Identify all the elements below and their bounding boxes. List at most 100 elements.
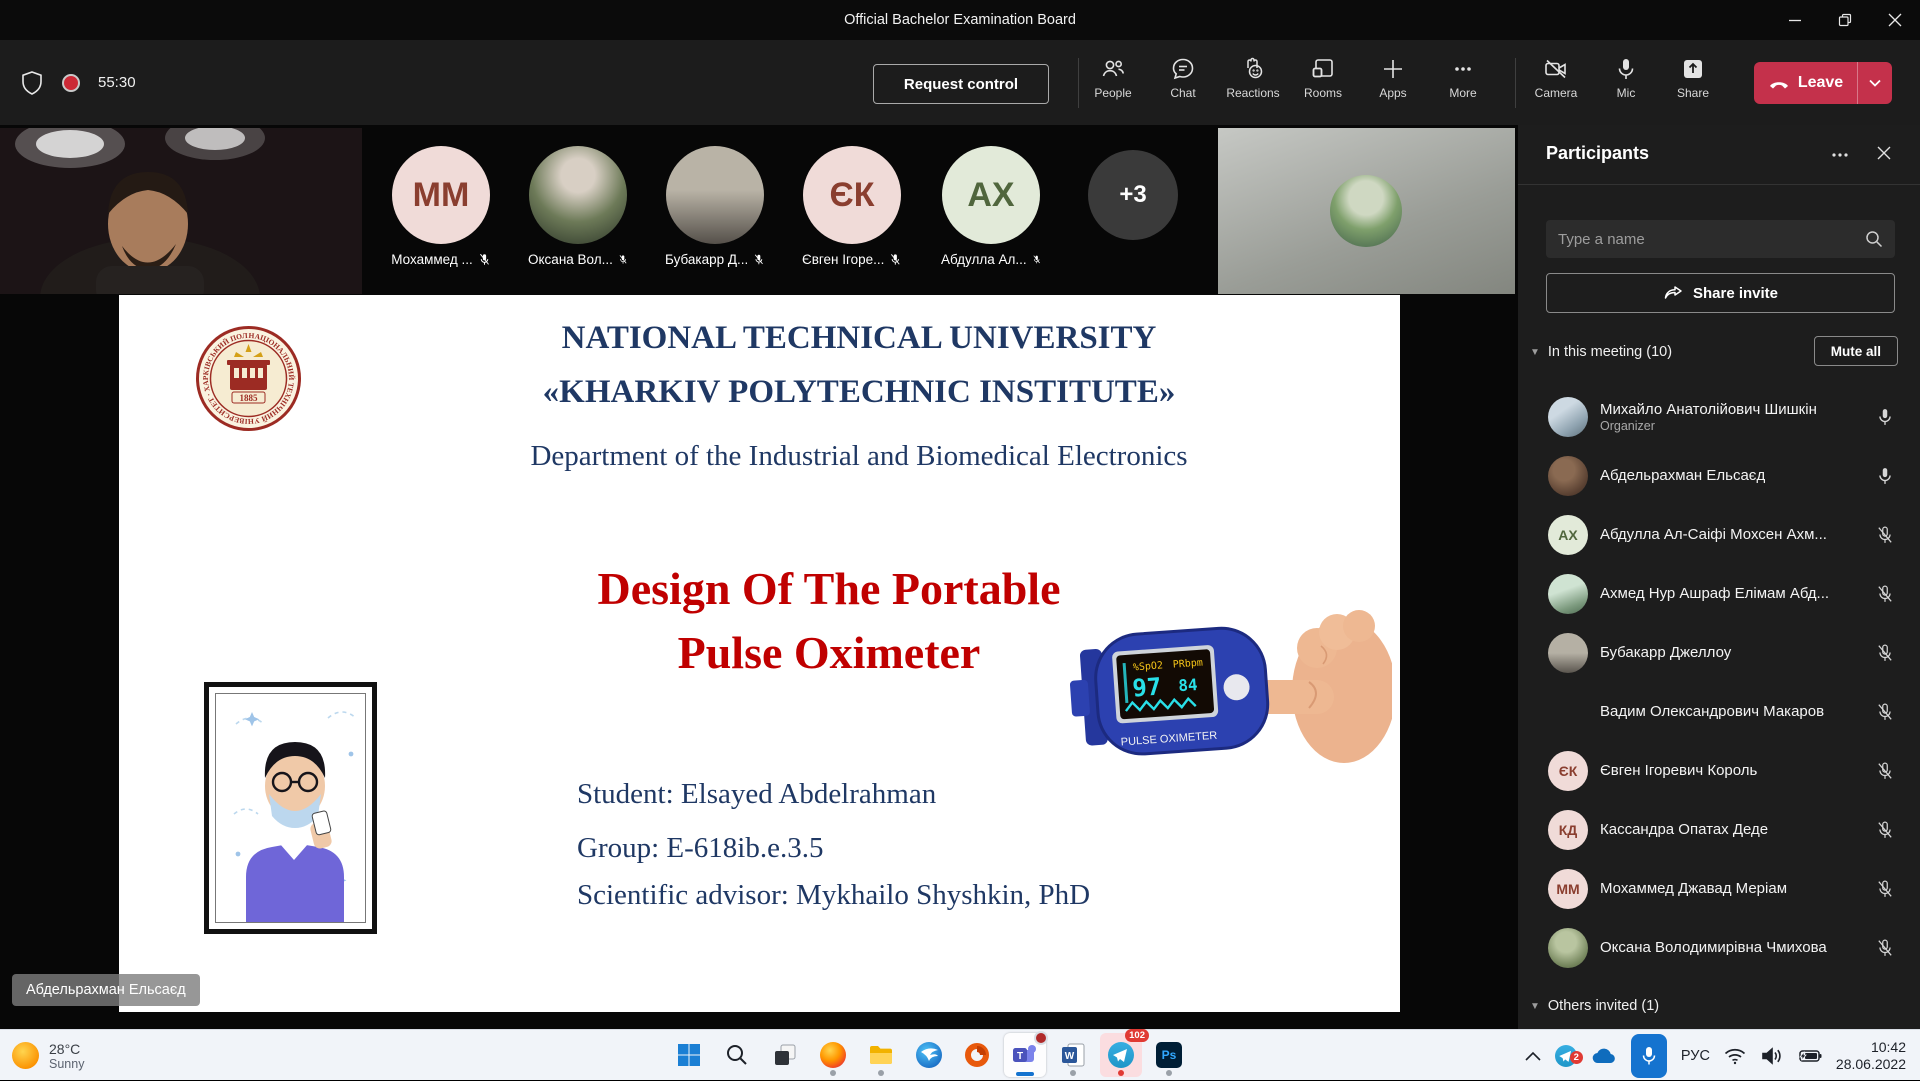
volume-button[interactable] [1760,1047,1782,1065]
battery-button[interactable] [1796,1048,1822,1064]
participant-row[interactable]: Оксана Володимирівна Чмихова [1518,918,1920,977]
word-button[interactable]: W [1052,1033,1094,1077]
search-icon [725,1043,749,1067]
participant-row[interactable]: ЄК Євген Ігоревич Король [1518,741,1920,800]
mic-muted-icon [1876,643,1894,663]
chat-button[interactable]: Chat [1151,52,1215,114]
panel-close-button[interactable] [1870,145,1898,166]
avatar [1548,397,1588,437]
close-button[interactable] [1870,0,1920,40]
camera-button[interactable]: Camera [1524,52,1588,114]
leave-options-chevron[interactable] [1858,62,1892,104]
onedrive-cloud-icon [1591,1047,1617,1065]
apps-button[interactable]: Apps [1361,52,1425,114]
svg-text:97: 97 [1131,673,1162,703]
language-indicator[interactable]: РУС [1681,1048,1710,1064]
mic-button[interactable]: Mic [1594,52,1658,114]
mic-muted-icon [1876,761,1894,781]
office-button[interactable] [956,1033,998,1077]
photoshop-button[interactable]: Ps [1148,1033,1190,1077]
chat-icon [1170,56,1196,82]
telegram-button[interactable]: 102 [1100,1033,1142,1077]
recording-indicator-icon [62,74,80,92]
tray-telegram-button[interactable]: 2 [1555,1045,1577,1067]
participant-row[interactable]: Абдельрахман Ельсаєд [1518,446,1920,505]
participant-row[interactable]: АХ Абдулла Ал-Саіфі Мохсен Ахм... [1518,505,1920,564]
share-invite-button[interactable]: Share invite [1546,273,1895,313]
tray-telegram-badge: 2 [1570,1051,1583,1064]
svg-text:1885: 1885 [240,393,259,403]
avatar: ММ [392,146,490,244]
panel-title: Participants [1546,143,1649,164]
more-button[interactable]: More [1431,52,1495,114]
in-meeting-section-header[interactable]: ▼ In this meeting (10) Mute all [1530,337,1908,367]
teams-button[interactable]: T [1004,1033,1046,1077]
participant-thumbnail[interactable]: АХ Абдулла Ал... [941,146,1041,267]
self-video-tile[interactable] [0,128,362,294]
taskbar-search-button[interactable] [716,1033,758,1077]
thunderbird-button[interactable] [908,1033,950,1077]
request-control-button[interactable]: Request control [873,64,1049,104]
windows-logo-icon [677,1043,701,1067]
avatar: КД [1548,810,1588,850]
share-button[interactable]: Share [1661,52,1725,114]
svg-text:84: 84 [1178,675,1199,695]
file-explorer-button[interactable] [860,1033,902,1077]
participant-row[interactable]: Михайло Анатолійович Шишкін Organizer [1518,387,1920,446]
overflow-participants-tile[interactable]: +3 [1083,146,1183,240]
minimize-button[interactable] [1770,0,1820,40]
telegram-icon [1108,1042,1134,1068]
reactions-icon [1240,56,1266,82]
others-invited-section-header[interactable]: ▼ Others invited (1) [1530,991,1908,1021]
mic-muted-icon [478,252,491,267]
tray-time: 10:42 [1836,1039,1906,1056]
webcam-video [0,128,362,294]
avatar [529,146,627,244]
participant-thumbnail[interactable]: ММ Мохаммед ... [391,146,491,267]
mic-muted-icon [1876,820,1894,840]
rooms-button[interactable]: Rooms [1291,52,1355,114]
speaker-icon [1760,1047,1782,1065]
avatar [1548,633,1588,673]
remote-video-tile[interactable] [1218,128,1515,294]
search-input[interactable] [1558,231,1865,248]
participant-row[interactable]: Бубакарр Джеллоу [1518,623,1920,682]
wifi-icon [1724,1047,1746,1065]
participant-thumbnail[interactable]: Оксана Вол... [528,146,628,267]
mute-all-button[interactable]: Mute all [1814,336,1898,366]
recording-badge [1034,1031,1048,1045]
participant-search[interactable] [1546,220,1895,258]
start-button[interactable] [668,1033,710,1077]
participant-row[interactable]: Ахмед Нур Ашраф Елімам Абд... [1518,564,1920,623]
more-dots-icon [1450,56,1476,82]
panel-more-button[interactable] [1826,145,1854,170]
reactions-button[interactable]: Reactions [1221,52,1285,114]
tray-expand-button[interactable] [1525,1051,1541,1061]
close-icon [1876,145,1892,161]
battery-charging-icon [1796,1048,1822,1064]
task-view-button[interactable] [764,1033,806,1077]
hangup-phone-icon [1768,77,1790,89]
participant-thumbnail[interactable]: ЄК Євген Ігоре... [802,146,902,267]
participant-row[interactable]: КД Кассандра Опатах Деде [1518,800,1920,859]
participant-row[interactable]: ММ Мохаммед Джавад Меріам [1518,859,1920,918]
participant-thumbnail[interactable]: Бубакарр Д... [665,146,765,267]
more-dots-icon [1830,145,1850,165]
clock-widget[interactable]: 10:42 28.06.2022 [1836,1039,1906,1073]
wifi-button[interactable] [1724,1047,1746,1065]
leave-button[interactable]: Leave [1754,62,1858,104]
onedrive-button[interactable] [1591,1047,1617,1065]
mic-muted-icon [1876,879,1894,899]
masked-person-illustration [216,694,366,923]
slide-group-line: Group: E-618ib.e.3.5 [577,821,1277,875]
restore-button[interactable] [1820,0,1870,40]
collapse-triangle-icon: ▼ [1530,1001,1540,1012]
people-button[interactable]: People [1081,52,1145,114]
firefox-button[interactable] [812,1033,854,1077]
participant-row[interactable]: Вадим Олександрович Макаров [1518,682,1920,741]
chevron-down-icon [1869,79,1881,87]
meeting-stage: ММ Мохаммед ... Оксана Вол... Бубакарр Д… [0,125,1518,1029]
weather-widget[interactable]: 28°C Sunny [12,1030,84,1081]
active-microphone-indicator[interactable] [1631,1034,1667,1078]
windows-taskbar: 28°C Sunny [0,1029,1920,1080]
